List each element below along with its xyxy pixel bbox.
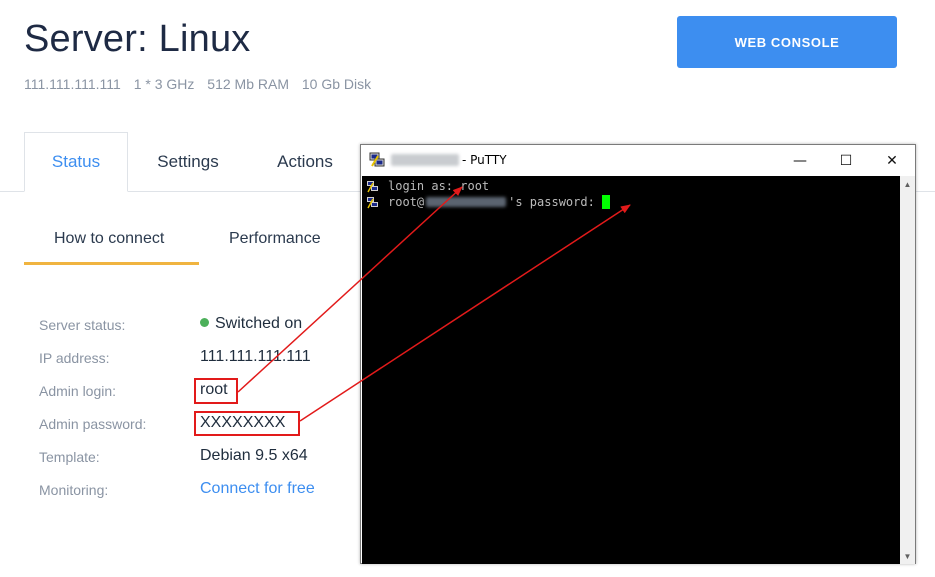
terminal-password-line: root@ 's password: xyxy=(388,195,611,209)
admin-password-label: Admin password: xyxy=(39,416,147,432)
subtab-active-underline xyxy=(24,262,199,265)
admin-login-label: Admin login: xyxy=(39,383,117,399)
minimize-button[interactable]: — xyxy=(777,145,823,176)
terminal-password-prompt: 's password: xyxy=(508,195,603,209)
putty-window[interactable]: - PuTTY — ☐ ✕ login as: root root@ 's pas… xyxy=(360,144,916,564)
spec-ram: 512 Mb RAM xyxy=(207,76,289,92)
spec-disk: 10 Gb Disk xyxy=(301,76,372,92)
putty-host-redacted xyxy=(391,154,459,166)
putty-titlebar[interactable]: - PuTTY — ☐ ✕ xyxy=(361,145,915,176)
maximize-button[interactable]: ☐ xyxy=(823,145,869,176)
tab-actions[interactable]: Actions xyxy=(262,132,348,192)
admin-login-highlight xyxy=(194,378,238,404)
server-status-text: Switched on xyxy=(215,315,303,332)
monitoring-link[interactable]: Connect for free xyxy=(200,480,315,498)
template-label: Template: xyxy=(39,449,100,465)
server-status-value: Switched on xyxy=(200,315,302,333)
admin-password-highlight xyxy=(194,411,300,436)
terminal-host-redacted xyxy=(426,197,507,207)
scroll-up-arrow-icon[interactable]: ▲ xyxy=(900,176,915,192)
terminal-line-icon xyxy=(367,181,378,193)
spec-cpu: 1 * 3 GHz xyxy=(133,76,195,92)
putty-app-icon xyxy=(369,152,385,167)
terminal-area[interactable]: login as: root root@ 's password: xyxy=(362,176,900,564)
template-value: Debian 9.5 x64 xyxy=(200,447,308,464)
scroll-down-arrow-icon[interactable]: ▼ xyxy=(900,548,915,564)
web-console-button[interactable]: WEB CONSOLE xyxy=(677,16,897,68)
page-title: Server: Linux xyxy=(24,18,251,60)
tab-status[interactable]: Status xyxy=(24,132,128,192)
terminal-scrollbar[interactable]: ▲ ▼ xyxy=(900,176,915,564)
status-dot-icon xyxy=(200,318,209,327)
ip-address-label: IP address: xyxy=(39,350,110,366)
subtab-performance[interactable]: Performance xyxy=(229,214,321,264)
terminal-login-line: login as: root xyxy=(388,179,490,193)
spec-ip: 111.111.111.111 xyxy=(24,76,121,92)
terminal-cursor xyxy=(602,195,611,209)
server-status-label: Server status: xyxy=(39,317,126,333)
monitoring-label: Monitoring: xyxy=(39,482,109,498)
close-button[interactable]: ✕ xyxy=(869,145,915,176)
tab-settings[interactable]: Settings xyxy=(140,132,236,192)
terminal-line-icon xyxy=(367,197,378,209)
ip-address-value: 111.111.111.111 xyxy=(200,348,311,365)
terminal-user-prefix: root@ xyxy=(388,195,425,209)
subtab-how-to-connect[interactable]: How to connect xyxy=(54,214,164,264)
putty-title: - PuTTY xyxy=(462,153,507,167)
server-specs: 111.111.111.111 1 * 3 GHz 512 Mb RAM 10 … xyxy=(24,76,380,92)
